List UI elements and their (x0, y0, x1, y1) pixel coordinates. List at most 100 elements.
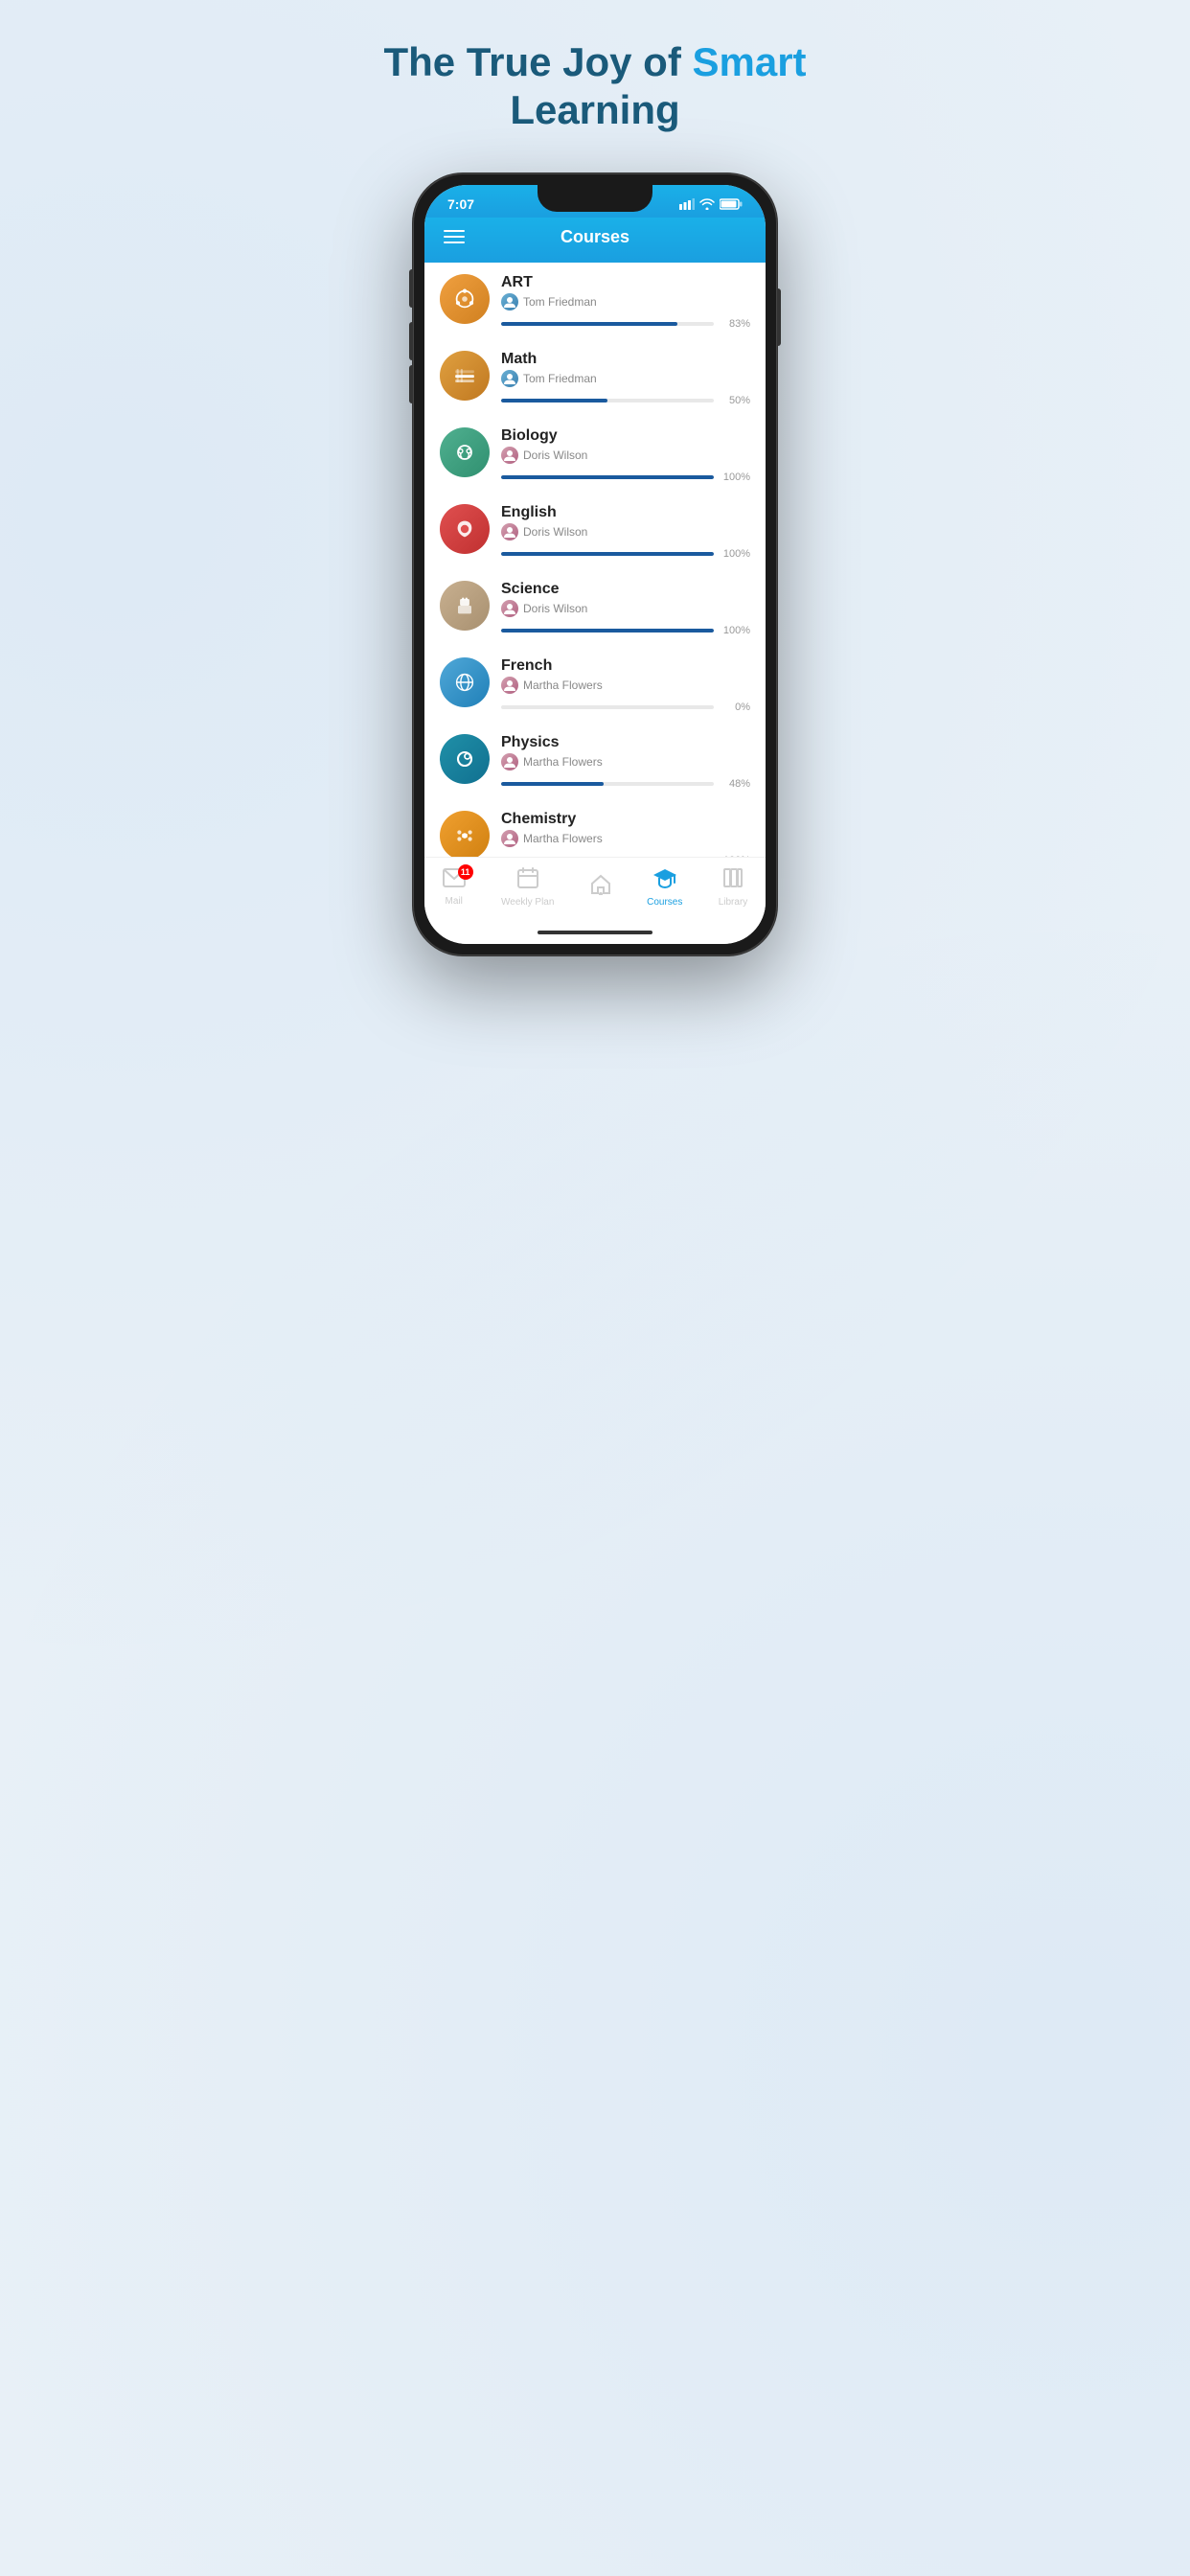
title-line2: Learning (510, 87, 679, 132)
progress-bar-fill-science (501, 629, 714, 632)
teacher-name-science: Doris Wilson (523, 602, 587, 615)
course-icon-chemistry (440, 811, 490, 857)
course-icon-science (440, 581, 490, 631)
progress-bar-fill-english (501, 552, 714, 556)
teacher-avatar-english (501, 523, 518, 540)
course-info-biology: Biology Doris Wilson 100% (501, 427, 750, 493)
progress-row-art: 83% (501, 318, 750, 330)
progress-bar-bg-science (501, 629, 714, 632)
phone-notch (538, 185, 652, 212)
progress-pct-physics-mf: 48% (721, 778, 750, 790)
teacher-avatar-art (501, 293, 518, 310)
teacher-avatar-science (501, 600, 518, 617)
teacher-row-physics-mf: Martha Flowers (501, 753, 750, 770)
teacher-row-english: Doris Wilson (501, 523, 750, 540)
course-item-biology[interactable]: Biology Doris Wilson 100% (424, 416, 766, 493)
course-list: ART Tom Friedman 83% Math (424, 263, 766, 857)
calendar-icon (517, 867, 538, 888)
progress-bar-fill-art (501, 322, 677, 326)
progress-bar-bg-english (501, 552, 714, 556)
teacher-name-chemistry: Martha Flowers (523, 832, 603, 845)
progress-pct-biology: 100% (721, 472, 750, 483)
progress-row-science: 100% (501, 625, 750, 636)
progress-pct-chemistry: 100% (721, 855, 750, 857)
course-item-science[interactable]: Science Doris Wilson 100% (424, 569, 766, 646)
course-name-chemistry: Chemistry (501, 811, 750, 828)
nav-item-weekly-plan[interactable]: Weekly Plan (501, 867, 554, 908)
course-icon-math (440, 351, 490, 401)
course-name-science: Science (501, 581, 750, 598)
course-name-physics-mf: Physics (501, 734, 750, 751)
course-item-physics-mf[interactable]: Physics Martha Flowers 48% (424, 723, 766, 799)
title-line1: The True Joy of (383, 39, 692, 84)
hamburger-menu[interactable] (444, 230, 465, 243)
course-icon-art (440, 274, 490, 324)
nav-item-mail[interactable]: 11 Mail (443, 868, 466, 907)
progress-bar-bg-art (501, 322, 714, 326)
progress-row-chemistry: 100% (501, 855, 750, 857)
course-name-french: French (501, 657, 750, 675)
teacher-name-physics-mf: Martha Flowers (523, 755, 603, 769)
teacher-row-math: Tom Friedman (501, 370, 750, 387)
nav-badge-mail: 11 (458, 864, 473, 880)
course-info-science: Science Doris Wilson 100% (501, 581, 750, 646)
teacher-avatar-math (501, 370, 518, 387)
library-icon (722, 867, 744, 888)
title-highlight: Smart (693, 39, 807, 84)
course-info-english: English Doris Wilson 100% (501, 504, 750, 569)
course-icon-physics-mf (440, 734, 490, 784)
teacher-row-biology: Doris Wilson (501, 447, 750, 464)
progress-bar-fill-math (501, 399, 607, 402)
course-item-french[interactable]: French Martha Flowers 0% (424, 646, 766, 723)
teacher-avatar-physics-mf (501, 753, 518, 770)
course-info-art: ART Tom Friedman 83% (501, 274, 750, 339)
phone-shell: 7:07 (413, 173, 777, 955)
teacher-name-art: Tom Friedman (523, 295, 597, 309)
progress-row-biology: 100% (501, 472, 750, 483)
progress-bar-bg-physics-mf (501, 782, 714, 786)
course-name-art: ART (501, 274, 750, 291)
teacher-name-french: Martha Flowers (523, 678, 603, 692)
progress-pct-math: 50% (721, 395, 750, 406)
progress-row-physics-mf: 48% (501, 778, 750, 790)
progress-pct-french: 0% (721, 702, 750, 713)
progress-row-french: 0% (501, 702, 750, 713)
battery-icon (720, 198, 743, 210)
course-item-chemistry[interactable]: Chemistry Martha Flowers 100% (424, 799, 766, 857)
course-name-english: English (501, 504, 750, 521)
graduation-icon (653, 867, 676, 888)
course-name-math: Math (501, 351, 750, 368)
teacher-row-science: Doris Wilson (501, 600, 750, 617)
progress-row-english: 100% (501, 548, 750, 560)
home-indicator (424, 923, 766, 944)
bottom-nav: 11 Mail Weekly Plan Courses Library (424, 857, 766, 923)
wifi-icon (699, 198, 715, 210)
progress-pct-art: 83% (721, 318, 750, 330)
progress-bar-fill-biology (501, 475, 714, 479)
app-header: Courses (424, 218, 766, 263)
course-item-english[interactable]: English Doris Wilson 100% (424, 493, 766, 569)
teacher-avatar-chemistry (501, 830, 518, 847)
course-item-math[interactable]: Math Tom Friedman 50% (424, 339, 766, 416)
teacher-name-math: Tom Friedman (523, 372, 597, 385)
status-icons (679, 198, 743, 210)
course-item-art[interactable]: ART Tom Friedman 83% (424, 263, 766, 339)
teacher-name-biology: Doris Wilson (523, 448, 587, 462)
nav-item-courses[interactable]: Courses (647, 867, 682, 908)
progress-bar-bg-biology (501, 475, 714, 479)
nav-item-library[interactable]: Library (719, 867, 748, 908)
home-icon (590, 874, 611, 895)
progress-bar-bg-french (501, 705, 714, 709)
progress-row-math: 50% (501, 395, 750, 406)
teacher-row-chemistry: Martha Flowers (501, 830, 750, 847)
status-time: 7:07 (447, 196, 474, 212)
teacher-row-art: Tom Friedman (501, 293, 750, 310)
course-icon-french (440, 657, 490, 707)
phone-screen: 7:07 (424, 185, 766, 944)
nav-label-courses: Courses (647, 897, 682, 908)
nav-item-home[interactable] (590, 874, 611, 900)
teacher-name-english: Doris Wilson (523, 525, 587, 539)
course-info-french: French Martha Flowers 0% (501, 657, 750, 723)
progress-pct-science: 100% (721, 625, 750, 636)
progress-bar-bg-math (501, 399, 714, 402)
